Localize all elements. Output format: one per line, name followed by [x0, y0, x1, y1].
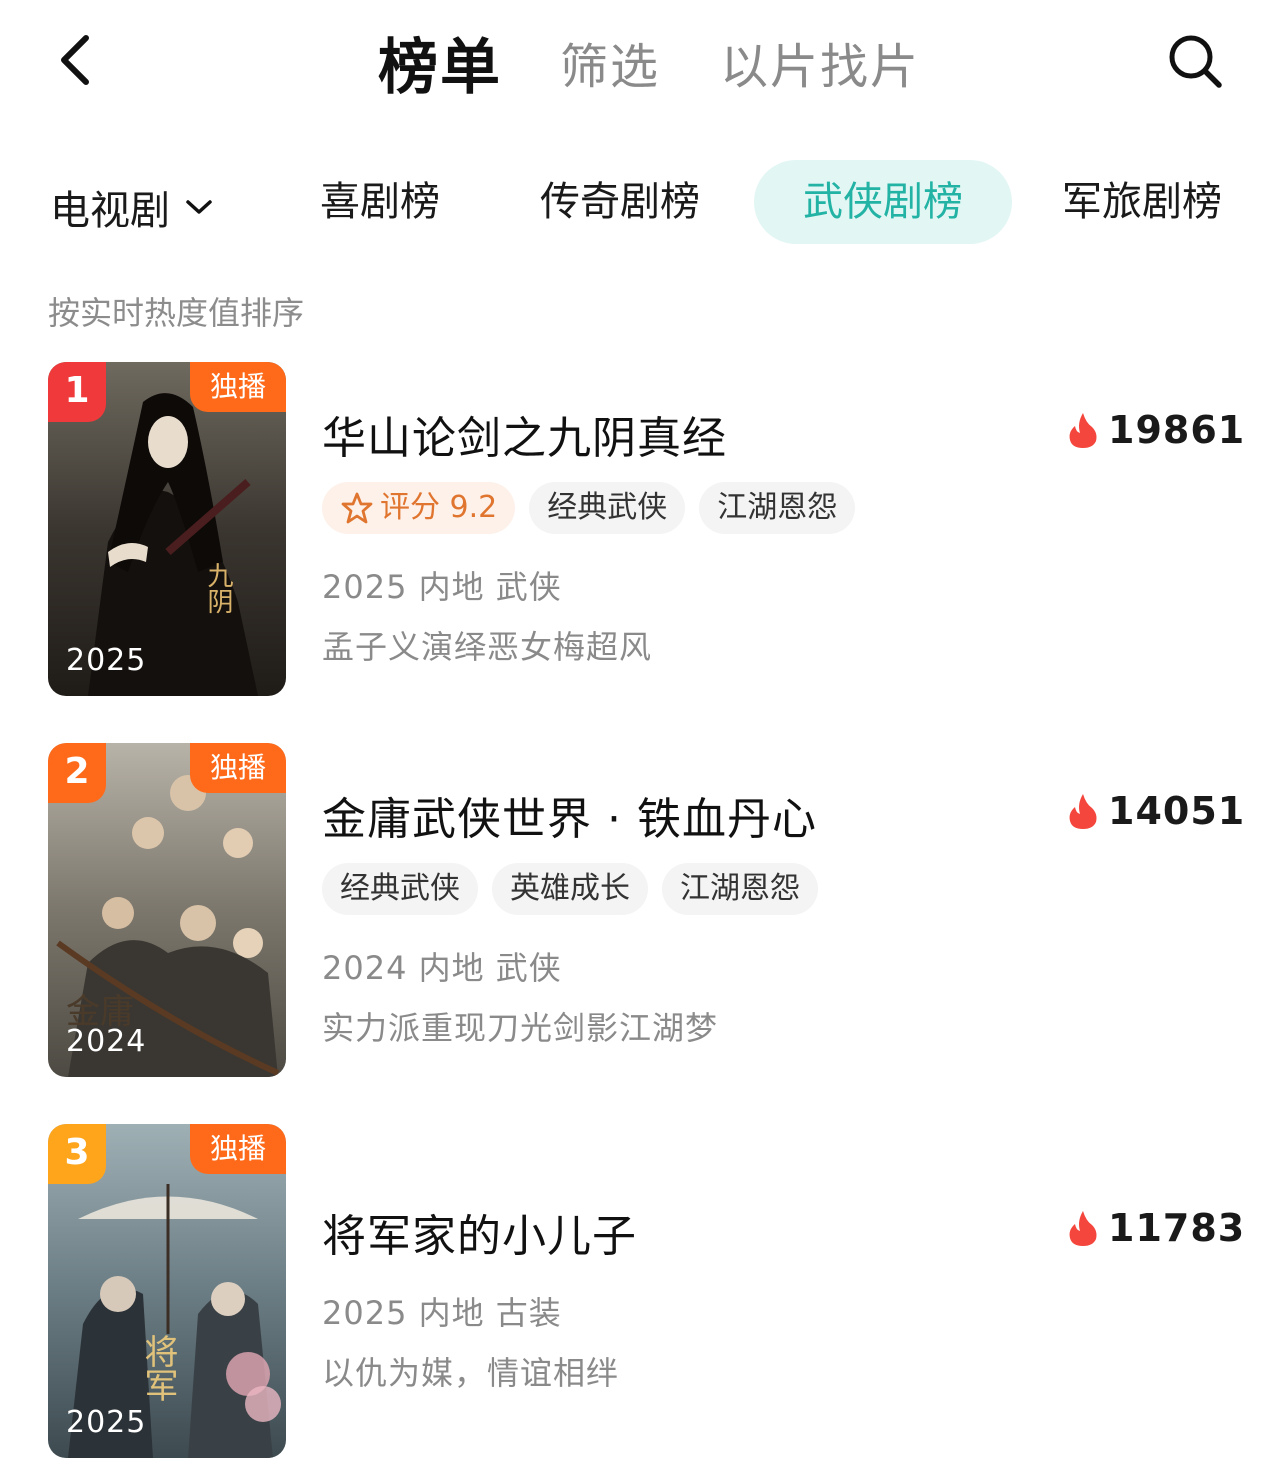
svg-text:将军: 将军: [138, 1334, 178, 1402]
genre-tag[interactable]: 江湖恩怨: [662, 863, 818, 915]
rating-label: 评分 9.2: [380, 490, 498, 525]
show-description: 以仇为媒，情谊相绊: [322, 1354, 620, 1392]
show-description: 实力派重现刀光剑影江湖梦: [322, 1009, 719, 1047]
genre-tag[interactable]: 经典武侠: [529, 482, 686, 534]
poster-image[interactable]: 金庸 2 独播 2024: [48, 743, 286, 1077]
sort-hint: 按实时热度值排序: [48, 294, 305, 332]
exclusive-badge: 独播: [190, 362, 286, 412]
list-item[interactable]: 金庸 2 独播 2024 金庸武侠世界 · 铁血丹心 14051 经典武侠 英雄…: [0, 743, 1280, 1079]
tab-filter[interactable]: 筛选: [560, 27, 660, 97]
header-tabs: 榜单 筛选 以片找片: [378, 22, 980, 103]
show-title[interactable]: 将军家的小儿子: [322, 1200, 637, 1264]
chevron-down-icon: [184, 197, 214, 217]
show-meta: 2025 内地 古装: [322, 1294, 562, 1332]
rank-badge: 3: [48, 1124, 106, 1184]
exclusive-badge: 独播: [190, 1124, 286, 1174]
list-item[interactable]: 将军 3 独播 2025 将军家的小儿子 11783 2025 内地 古装 以仇…: [0, 1124, 1280, 1460]
heat-value: 19861: [1108, 408, 1246, 452]
tab-legend-ranking[interactable]: 传奇剧榜: [540, 160, 700, 244]
poster-year: 2024: [66, 1024, 147, 1059]
top-nav-bar: 榜单 筛选 以片找片: [0, 0, 1280, 125]
heat-score: 14051: [1068, 789, 1245, 833]
flame-icon: [1069, 1211, 1097, 1246]
back-button[interactable]: [44, 30, 104, 90]
show-meta: 2024 内地 武侠: [322, 949, 562, 987]
tag-list: 评分 9.2 经典武侠 江湖恩怨: [322, 482, 869, 534]
list-item[interactable]: 九阴 1 独播 2025 华山论剑之九阴真经 19861 评分 9.2 经典武侠…: [0, 362, 1280, 698]
heat-score: 11783: [1068, 1206, 1245, 1250]
show-title[interactable]: 华山论剑之九阴真经: [322, 402, 727, 466]
poster-year: 2025: [66, 643, 147, 678]
poster-image[interactable]: 九阴 1 独播 2025: [48, 362, 286, 696]
category-tabs-row: 电视剧 喜剧榜 传奇剧榜 武侠剧榜 军旅剧榜: [0, 160, 1280, 246]
content-type-label: 电视剧: [50, 188, 170, 234]
exclusive-badge: 独播: [190, 743, 286, 793]
genre-tag[interactable]: 江湖恩怨: [699, 482, 856, 534]
search-icon: [1169, 35, 1222, 88]
genre-tag[interactable]: 经典武侠: [322, 863, 478, 915]
heat-value: 14051: [1108, 789, 1246, 833]
tab-ranking[interactable]: 榜单: [378, 19, 502, 106]
rank-badge: 2: [48, 743, 106, 803]
rank-badge: 1: [48, 362, 106, 422]
heat-value: 11783: [1108, 1206, 1246, 1250]
heat-score: 19861: [1068, 408, 1245, 452]
show-description: 孟子义演绎恶女梅超风: [322, 628, 653, 666]
flame-icon: [1069, 794, 1097, 829]
flame-icon: [1069, 413, 1097, 448]
tab-find-by-movie[interactable]: 以片找片: [720, 27, 920, 97]
tab-comedy-ranking[interactable]: 喜剧榜: [320, 160, 440, 244]
show-title[interactable]: 金庸武侠世界 · 铁血丹心: [322, 783, 817, 847]
tab-military-ranking[interactable]: 军旅剧榜: [1062, 160, 1222, 244]
tab-wuxia-ranking[interactable]: 武侠剧榜: [754, 160, 1012, 244]
poster-year: 2025: [66, 1405, 147, 1440]
svg-text:九阴: 九阴: [203, 562, 233, 614]
content-type-dropdown[interactable]: 电视剧: [50, 178, 214, 236]
poster-image[interactable]: 将军 3 独播 2025: [48, 1124, 286, 1458]
search-button[interactable]: [1160, 26, 1230, 96]
show-meta: 2025 内地 武侠: [322, 568, 562, 606]
chevron-left-icon: [61, 35, 89, 85]
genre-tag[interactable]: 英雄成长: [492, 863, 648, 915]
tag-list: 经典武侠 英雄成长 江湖恩怨: [322, 863, 832, 915]
rating-tag: 评分 9.2: [322, 482, 516, 534]
star-outline-icon: [341, 492, 373, 524]
